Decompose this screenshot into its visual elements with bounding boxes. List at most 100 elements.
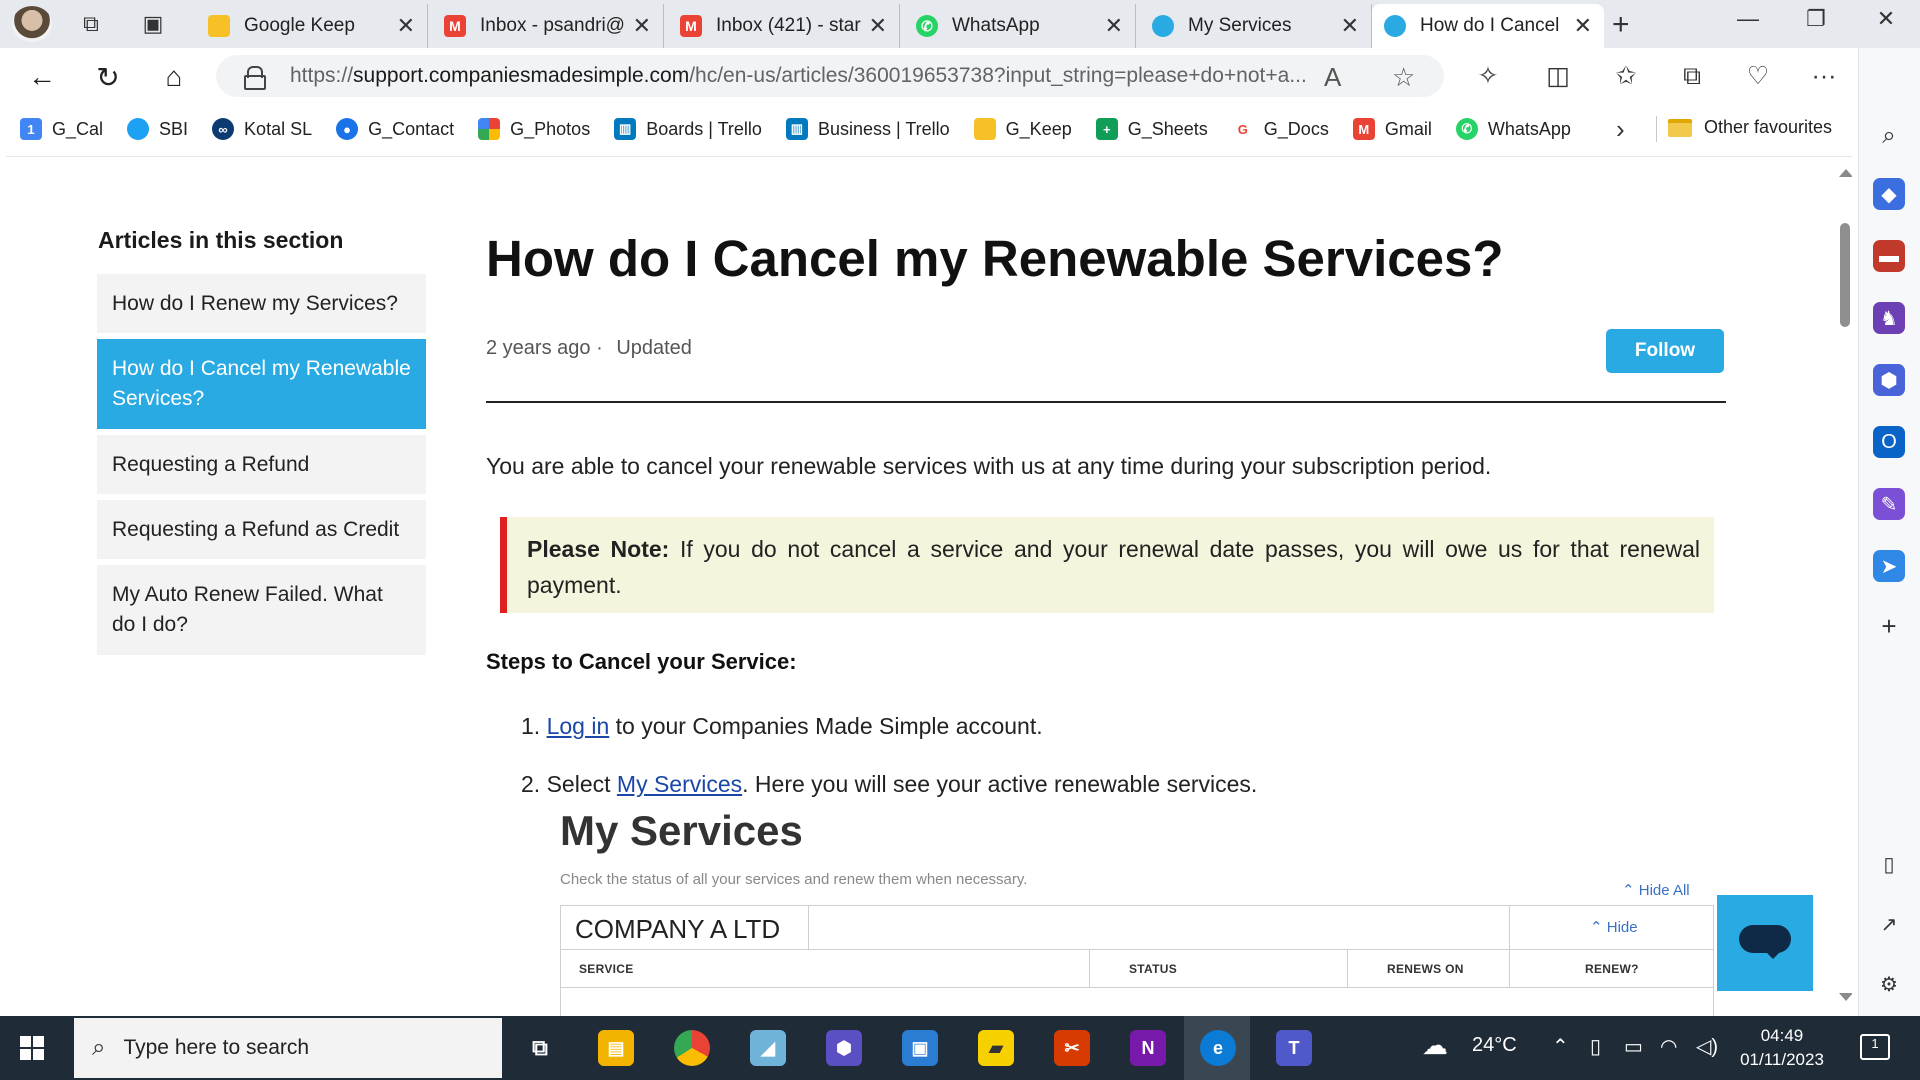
close-tab-icon[interactable]: ✕ [397,13,415,39]
chrome-icon[interactable] [674,1030,710,1066]
close-tab-icon[interactable]: ✕ [1341,13,1359,39]
taskbar-search-box[interactable]: ⌕ Type here to search [74,1018,502,1078]
windows-start-icon[interactable] [20,1036,44,1060]
extensions-icon[interactable]: ✧ [1468,58,1508,94]
copilot-app-icon[interactable]: ⬢ [826,1030,862,1066]
more-menu-icon[interactable]: ··· [1804,58,1844,94]
file-explorer-icon[interactable]: ▤ [598,1030,634,1066]
bookmark-g-keep[interactable]: G_Keep [973,118,1072,140]
tab-how-do-i-cancel[interactable]: How do I Cancel ✕ [1372,4,1604,48]
volume-icon[interactable]: ◁) [1696,1034,1718,1059]
sidebar-item-auto-renew-failed[interactable]: My Auto Renew Failed. What do I do? [97,565,426,655]
bookmark-sbi[interactable]: SBI [127,118,188,140]
task-view-icon[interactable]: ⧉ [522,1030,558,1066]
scrollbar-thumb[interactable] [1840,223,1850,327]
step-text: Select [546,771,617,797]
designer-icon[interactable]: ✎ [1873,488,1905,520]
bookmark-g-docs[interactable]: G G_Docs [1231,118,1329,140]
tab-my-services[interactable]: My Services ✕ [1140,4,1372,48]
article-updated: Updated [616,337,692,359]
open-external-icon[interactable]: ↗ [1873,908,1905,940]
workspaces-icon[interactable]: ⧉ [76,10,106,38]
tools-icon[interactable]: ▬ [1873,240,1905,272]
close-tab-icon[interactable]: ✕ [1105,13,1123,39]
device-icon[interactable]: ▯ [1590,1034,1601,1059]
bookmark-g-photos[interactable]: G_Photos [478,118,590,140]
search-icon[interactable]: ⌕ [1873,120,1905,152]
scroll-down-icon[interactable] [1839,993,1852,1001]
chevron-right-icon[interactable]: › [1616,114,1625,145]
chevron-up-icon[interactable]: ⌃ [1552,1034,1569,1059]
news-icon[interactable]: ▣ [902,1030,938,1066]
address-bar[interactable]: https://support.companiesmadesimple.com/… [216,55,1444,97]
new-tab-icon[interactable]: + [1612,8,1630,42]
tab-whatsapp[interactable]: ✆ WhatsApp ✕ [904,4,1136,48]
favorite-star-icon[interactable]: ☆ [1392,62,1415,93]
lock-icon[interactable] [244,66,266,90]
weather-icon[interactable]: ☁ [1422,1030,1448,1061]
outlook-icon[interactable]: O [1873,426,1905,458]
sticky-notes-icon[interactable]: ▰ [978,1030,1014,1066]
company-name: COMPANY A LTD [575,914,781,944]
bookmark-g-sheets[interactable]: + G_Sheets [1095,118,1208,140]
chat-widget-button[interactable] [1717,895,1813,991]
wifi-icon[interactable]: ◠ [1660,1034,1677,1059]
minimize-icon[interactable]: — [1728,6,1768,32]
tab-google-keep[interactable]: Google Keep ✕ [196,4,428,48]
close-tab-icon[interactable]: ✕ [633,13,651,39]
url-text[interactable]: https://support.companiesmadesimple.com/… [290,64,1330,88]
temperature[interactable]: 24°C [1472,1034,1517,1057]
system-clock[interactable]: 04:49 01/11/2023 [1736,1024,1828,1072]
sidebar-item-renew[interactable]: How do I Renew my Services? [97,274,426,333]
profile-avatar[interactable] [12,6,52,42]
teams-icon[interactable]: T [1276,1030,1312,1066]
back-icon[interactable]: ← [22,60,62,94]
vertical-scrollbar[interactable] [1834,157,1852,1016]
home-icon[interactable]: ⌂ [154,60,194,94]
follow-button[interactable]: Follow [1606,329,1724,373]
tab-inbox-psandri[interactable]: M Inbox - psandri@ ✕ [432,4,664,48]
split-screen-icon[interactable]: ◫ [1538,58,1578,94]
edge-icon[interactable]: e [1200,1030,1236,1066]
bookmark-gmail[interactable]: M Gmail [1352,118,1432,140]
settings-gear-icon[interactable]: ⚙ [1873,968,1905,1000]
scroll-up-icon[interactable] [1839,169,1852,177]
vertical-tabs-icon[interactable]: ▣ [138,10,168,38]
sidebar-item-label: Requesting a Refund as Credit [112,517,400,541]
microsoft-365-icon[interactable]: ⬢ [1873,364,1905,396]
games-icon[interactable]: ♞ [1873,302,1905,334]
sidebar-item-cancel[interactable]: How do I Cancel my Renewable Services? [97,339,426,429]
app-icon[interactable]: ◢ [750,1030,786,1066]
bookmark-kotal-sl[interactable]: ∞ Kotal SL [212,118,312,140]
gmail-icon: M [1352,118,1375,140]
bookmark-g-cal[interactable]: 1 G_Cal [20,118,103,140]
close-tab-icon[interactable]: ✕ [869,13,887,39]
my-services-link[interactable]: My Services [617,771,742,797]
restore-icon[interactable]: ❐ [1796,6,1836,32]
close-tab-icon[interactable]: ✕ [1574,13,1592,39]
snipping-tool-icon[interactable]: ✂ [1054,1030,1090,1066]
tab-inbox-421[interactable]: M Inbox (421) - star ✕ [668,4,900,48]
sidebar-item-refund[interactable]: Requesting a Refund [97,435,426,494]
drop-icon[interactable]: ➤ [1873,550,1905,582]
site-icon [1152,15,1174,37]
sidebar-item-refund-credit[interactable]: Requesting a Refund as Credit [97,500,426,559]
bookmark-g-contact[interactable]: ● G_Contact [336,118,454,140]
favorites-icon[interactable]: ✩ [1606,58,1646,94]
shopping-tag-icon[interactable]: ◆ [1873,178,1905,210]
bookmark-whatsapp[interactable]: ✆ WhatsApp [1455,118,1571,140]
sidebar-layout-icon[interactable]: ▯ [1873,848,1905,880]
bookmark-business-trello[interactable]: ▥ Business | Trello [785,118,950,140]
read-aloud-icon[interactable]: A [1324,62,1341,93]
refresh-icon[interactable]: ↻ [88,60,128,94]
battery-icon[interactable]: ▭ [1624,1034,1643,1059]
close-window-icon[interactable]: ✕ [1866,6,1906,32]
other-favourites[interactable]: Other favourites [1668,117,1832,138]
onenote-icon[interactable]: N [1130,1030,1166,1066]
log-in-link[interactable]: Log in [547,713,610,739]
browser-essentials-icon[interactable]: ♡ [1738,58,1778,94]
bookmark-boards-trello[interactable]: ▥ Boards | Trello [614,118,762,140]
collections-icon[interactable]: ⧉ [1672,58,1712,94]
add-icon[interactable]: + [1873,610,1905,642]
notification-icon[interactable]: 1 [1860,1034,1890,1060]
